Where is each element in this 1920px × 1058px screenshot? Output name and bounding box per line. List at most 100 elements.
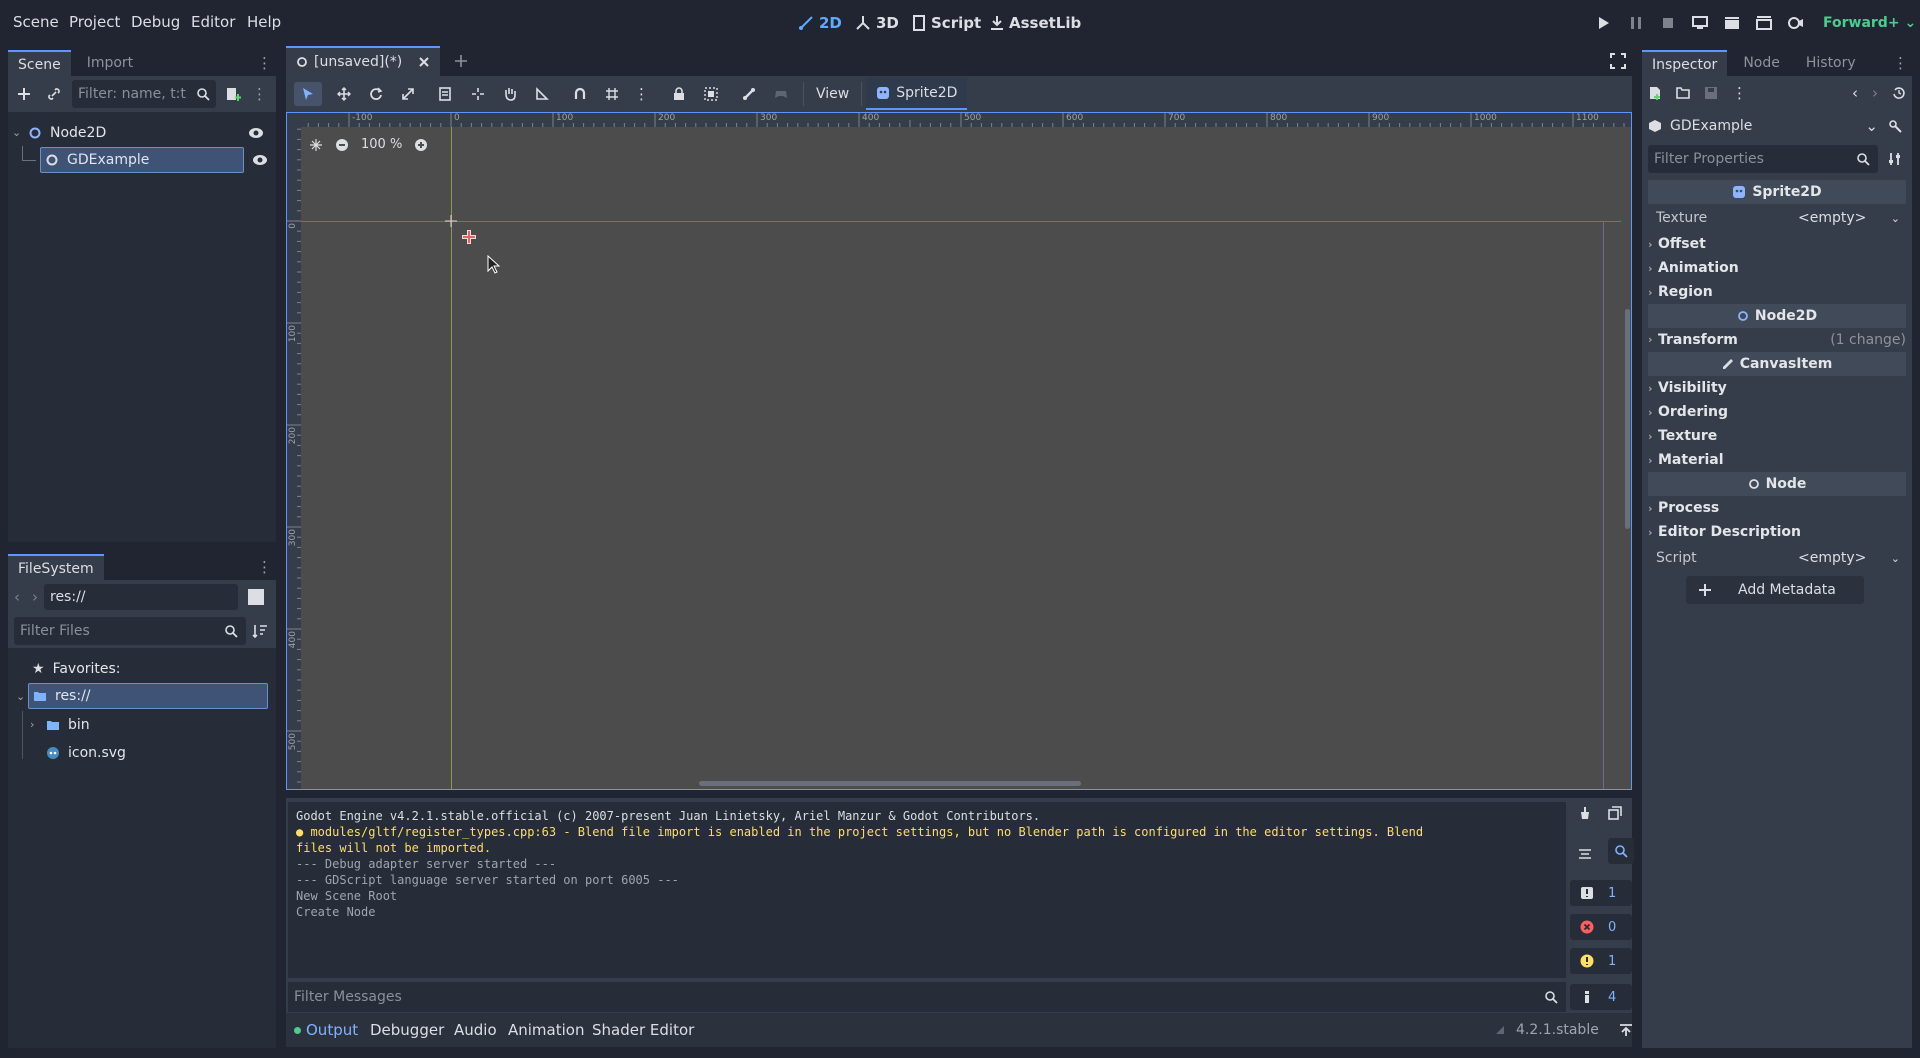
list-select-button[interactable] xyxy=(434,82,458,106)
camera-override-button[interactable] xyxy=(769,82,793,106)
group-ordering[interactable]: › Ordering xyxy=(1648,400,1906,424)
forward-arrow-icon[interactable]: › xyxy=(32,588,38,606)
chevron-down-icon[interactable]: ⌄ xyxy=(16,684,26,710)
snap-options-icon[interactable]: ⋮ xyxy=(634,85,649,103)
move-mode-button[interactable] xyxy=(332,82,356,106)
pivot-mode-button[interactable] xyxy=(466,82,490,106)
tab-audio[interactable]: Audio xyxy=(454,1013,497,1047)
group-animation[interactable]: › Animation xyxy=(1648,256,1906,280)
history-icon[interactable] xyxy=(1892,86,1906,100)
scene-filter-input[interactable]: Filter: name, t:t xyxy=(72,80,216,108)
tab-debugger[interactable]: Debugger xyxy=(370,1013,444,1047)
distraction-free-icon[interactable] xyxy=(1610,53,1626,69)
group-offset[interactable]: › Offset xyxy=(1648,232,1906,256)
save-icon[interactable] xyxy=(1704,86,1718,100)
vertical-scrollbar[interactable] xyxy=(1625,309,1630,529)
horizontal-scrollbar[interactable] xyxy=(699,781,1081,786)
object-dropdown[interactable]: GDExample ⌄ xyxy=(1648,117,1878,135)
chevron-down-icon[interactable]: ⌄ xyxy=(1891,212,1900,225)
tools-icon[interactable] xyxy=(1888,152,1902,166)
tab-scene[interactable]: Scene xyxy=(8,50,71,76)
dock-menu-icon[interactable]: ⋮ xyxy=(257,54,272,72)
tab-node[interactable]: Node xyxy=(1733,50,1790,76)
menu-scene[interactable]: Scene xyxy=(13,0,59,44)
add-metadata-button[interactable]: Add Metadata xyxy=(1686,576,1864,604)
tab-animation[interactable]: Animation xyxy=(508,1013,584,1047)
mode-assetlib-button[interactable]: AssetLib xyxy=(990,0,1081,46)
menu-debug[interactable]: Debug xyxy=(131,0,180,44)
skeleton-button[interactable] xyxy=(737,82,761,106)
rotate-mode-button[interactable] xyxy=(364,82,388,106)
open-folder-icon[interactable] xyxy=(1676,86,1690,100)
play-button[interactable] xyxy=(1594,14,1614,32)
tab-output[interactable]: Output xyxy=(294,1013,358,1047)
play-custom-scene-button[interactable] xyxy=(1754,14,1774,32)
stop-button[interactable] xyxy=(1658,14,1678,32)
menu-help[interactable]: Help xyxy=(247,0,281,44)
filter-warnings-button[interactable]: 1 xyxy=(1570,948,1632,974)
chevron-right-icon[interactable]: › xyxy=(30,712,40,738)
menu-editor[interactable]: Editor xyxy=(191,0,235,44)
remote-debug-button[interactable] xyxy=(1690,14,1710,32)
view-menu[interactable]: View xyxy=(816,86,849,102)
group-material[interactable]: › Material xyxy=(1648,448,1906,472)
inspector-menu-icon[interactable]: ⋮ xyxy=(1732,84,1747,102)
zoom-level[interactable]: 100 % xyxy=(361,137,402,152)
tab-history[interactable]: History xyxy=(1796,50,1866,76)
group-texture[interactable]: › Texture xyxy=(1648,424,1906,448)
zoom-in-icon[interactable] xyxy=(414,138,428,152)
tree-node-node2d[interactable]: ⌄ Node2D xyxy=(12,120,272,146)
grid-snap-button[interactable] xyxy=(600,82,624,106)
visibility-eye-icon[interactable] xyxy=(252,154,268,166)
close-icon[interactable] xyxy=(418,56,430,68)
script-resource-picker[interactable]: <empty> xyxy=(1798,550,1866,566)
select-mode-button[interactable] xyxy=(294,82,322,106)
sprite2d-menu-button[interactable]: Sprite2D xyxy=(866,78,968,110)
mode-3d-button[interactable]: 3D xyxy=(855,0,899,46)
chevron-down-icon[interactable]: ⌄ xyxy=(1891,552,1900,565)
version-label[interactable]: 4.2.1.stable xyxy=(1516,1022,1599,1038)
file-filter-input[interactable]: Filter Files xyxy=(14,617,246,645)
smart-snap-button[interactable] xyxy=(568,82,592,106)
mode-script-button[interactable]: Script xyxy=(912,0,981,46)
zoom-out-icon[interactable] xyxy=(335,138,349,152)
split-view-icon[interactable] xyxy=(248,589,264,605)
pan-mode-button[interactable] xyxy=(498,82,522,106)
texture-resource-picker[interactable]: <empty> xyxy=(1798,210,1866,226)
forward-arrow-icon[interactable]: › xyxy=(1872,84,1878,102)
filter-messages-input[interactable]: Filter Messages xyxy=(288,982,1566,1012)
file-item-icon-svg[interactable]: icon.svg xyxy=(46,740,126,766)
visibility-eye-icon[interactable] xyxy=(248,127,264,139)
dock-menu-icon[interactable]: ⋮ xyxy=(1893,54,1908,72)
attach-script-button[interactable] xyxy=(222,82,246,106)
group-visibility[interactable]: › Visibility xyxy=(1648,376,1906,400)
canvas-viewport[interactable]: -100 0 100 200 300 400 500 600 700 800 900 1000 1100… xyxy=(286,112,1632,790)
favorites-item[interactable]: ★ Favorites: xyxy=(32,656,121,682)
group-process[interactable]: › Process xyxy=(1648,496,1906,520)
tab-import[interactable]: Import xyxy=(77,50,143,76)
file-item-res[interactable]: res:// xyxy=(28,683,268,709)
back-arrow-icon[interactable]: ‹ xyxy=(1852,84,1858,102)
mode-2d-button[interactable]: 2D xyxy=(798,0,842,46)
renderer-select[interactable]: Forward+ ⌄ xyxy=(1823,0,1916,46)
menu-project[interactable]: Project xyxy=(69,0,120,44)
clear-output-icon[interactable] xyxy=(1578,806,1592,820)
sprite-pivot-icon[interactable] xyxy=(461,229,477,245)
new-resource-icon[interactable] xyxy=(1648,86,1662,100)
movie-maker-button[interactable] xyxy=(1786,14,1806,32)
center-view-icon[interactable] xyxy=(309,138,323,152)
collapse-icon[interactable] xyxy=(1578,847,1592,861)
add-node-button[interactable] xyxy=(12,82,36,106)
file-item-bin[interactable]: › bin xyxy=(30,712,90,738)
search-toggle-button[interactable] xyxy=(1608,838,1634,864)
node-info-icon[interactable] xyxy=(1888,119,1902,133)
group-editor-description[interactable]: › Editor Description xyxy=(1648,520,1906,544)
property-filter-input[interactable]: Filter Properties xyxy=(1648,145,1878,173)
scale-mode-button[interactable] xyxy=(396,82,420,106)
tab-shader-editor[interactable]: Shader Editor xyxy=(592,1013,694,1047)
group-button[interactable] xyxy=(699,82,723,106)
filter-log-button[interactable]: 1 xyxy=(1570,880,1632,906)
sort-icon[interactable] xyxy=(252,623,268,639)
expand-panel-icon[interactable] xyxy=(1619,1023,1633,1037)
instance-scene-button[interactable] xyxy=(42,82,66,106)
